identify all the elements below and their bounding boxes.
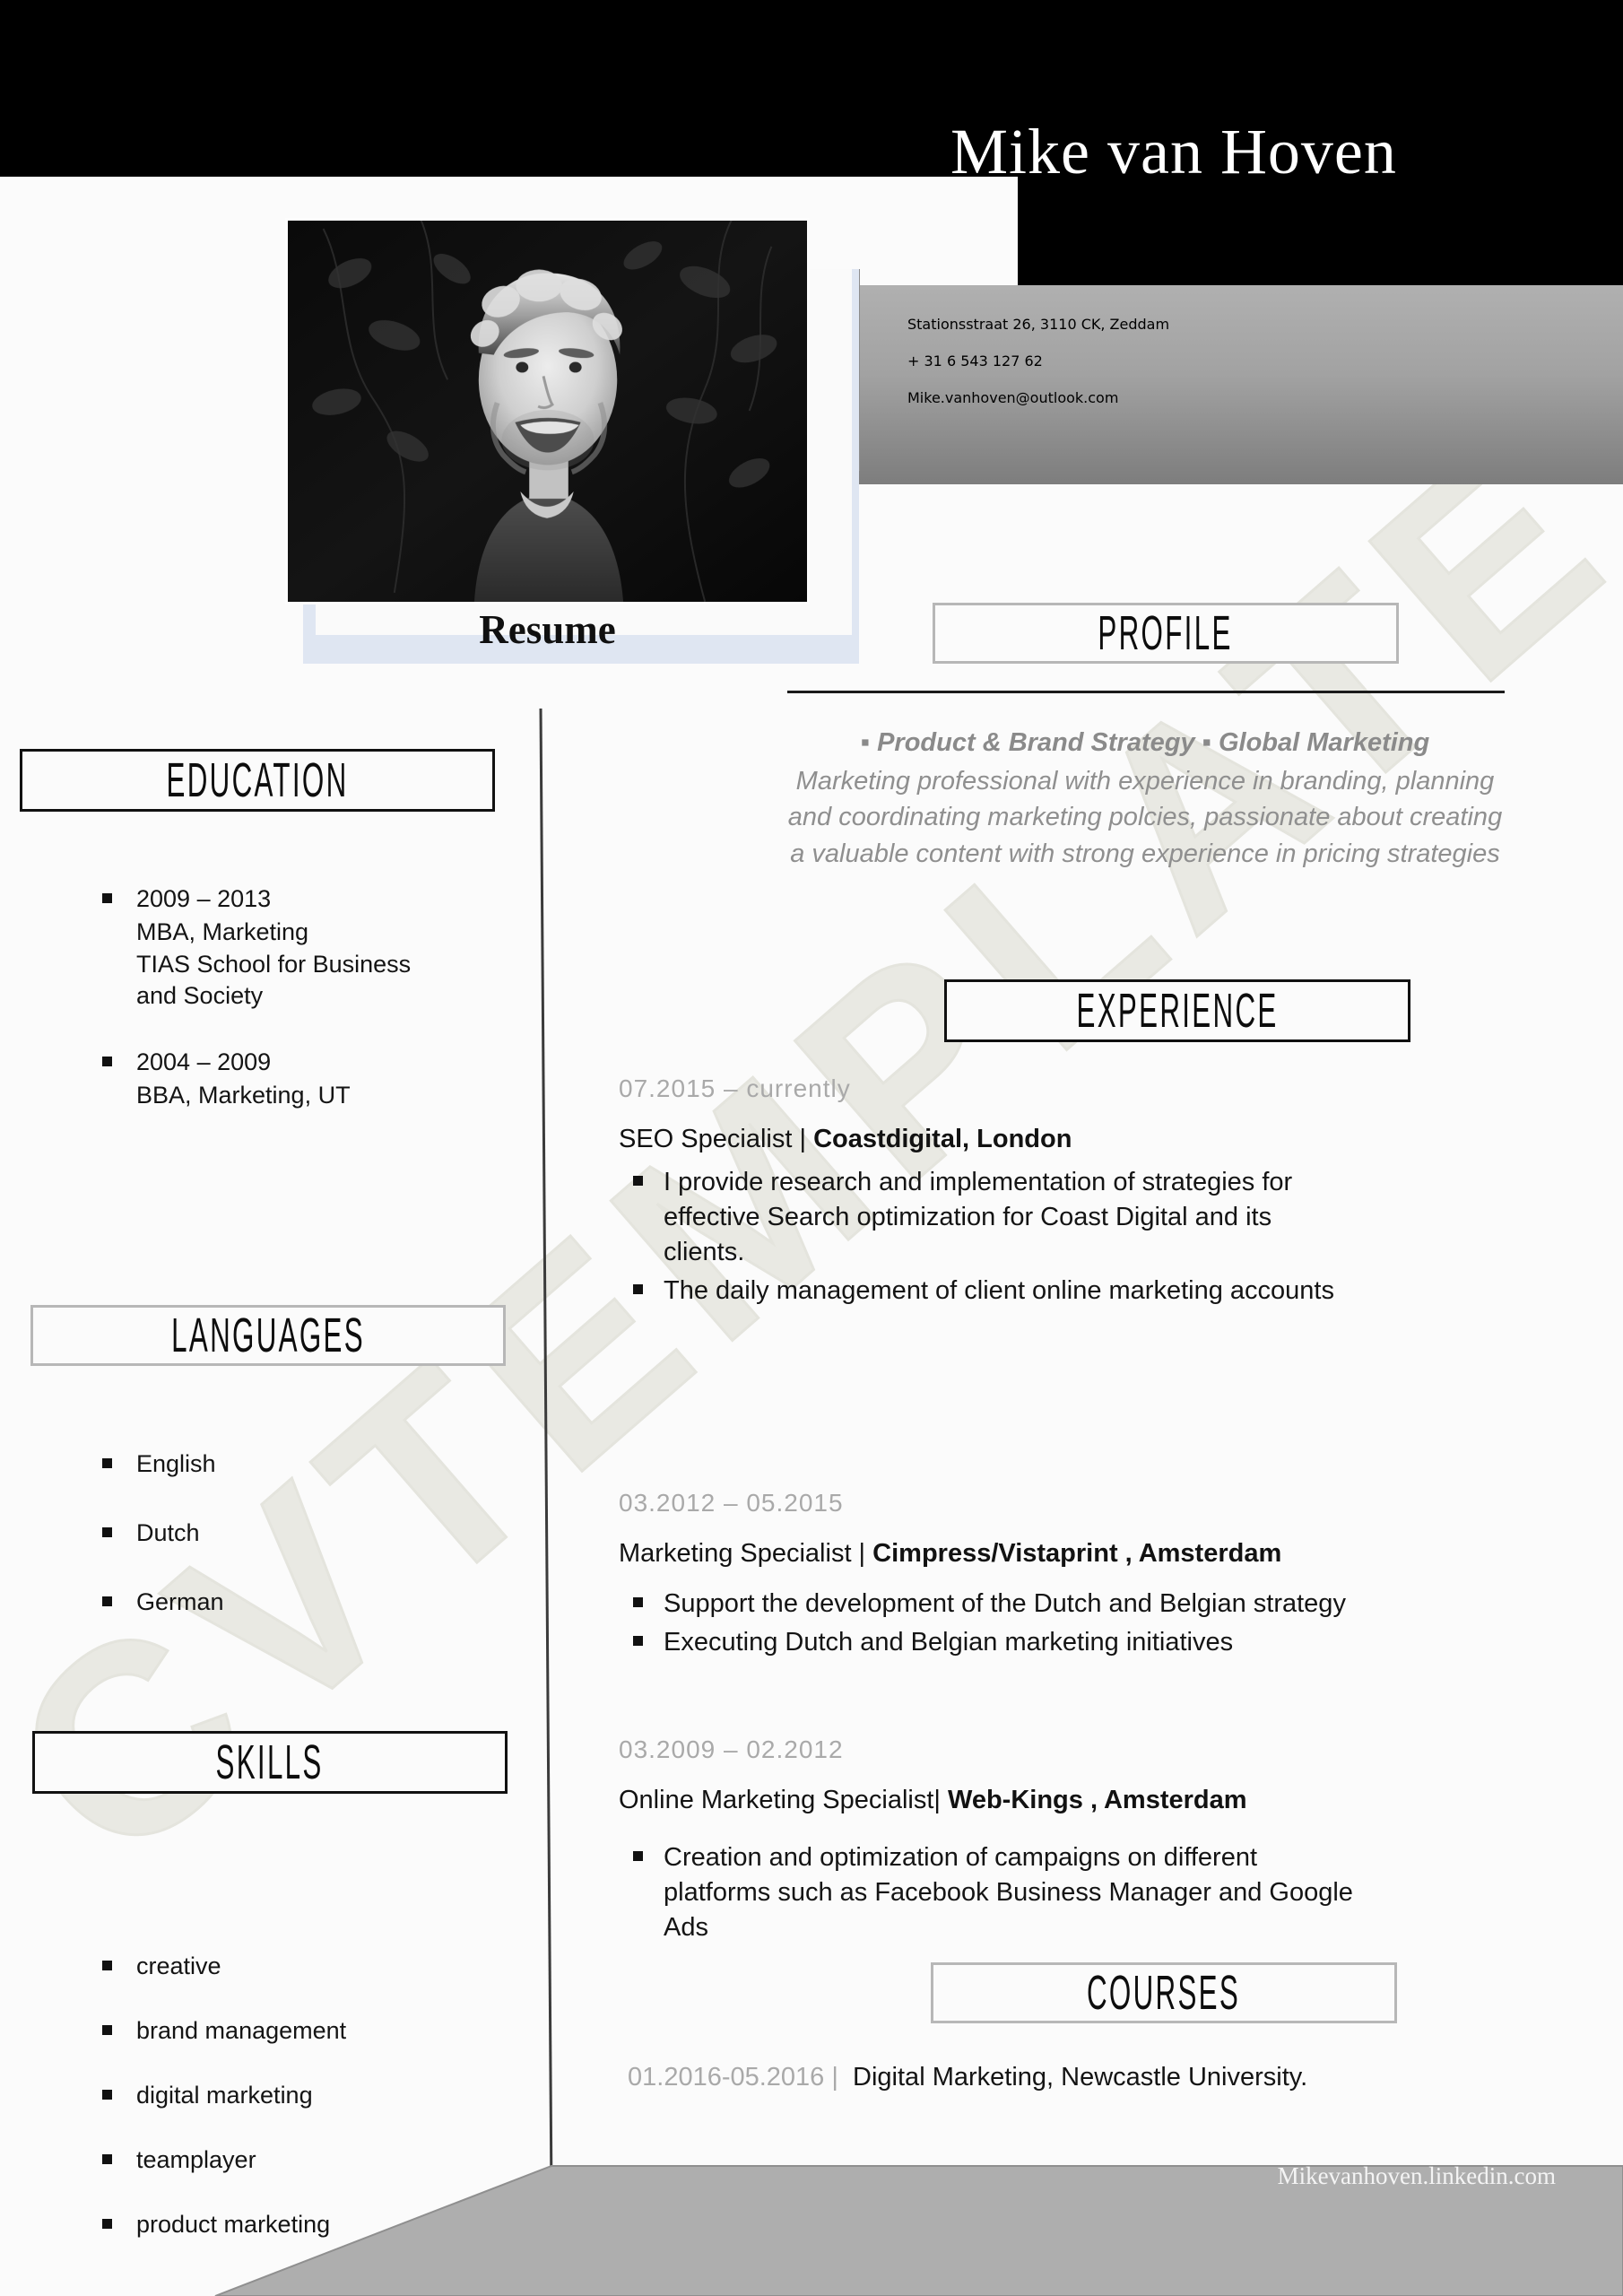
job-bullet: Creation and optimization of campaigns o… [619, 1840, 1354, 1945]
job-bullet: Support the development of the Dutch and… [619, 1587, 1354, 1622]
job-dates: 03.2009 – 02.2012 [619, 1735, 844, 1763]
job-role: Marketing Specialist | [619, 1539, 873, 1568]
course-dates: 01.2016-05.2016 [628, 2063, 825, 2092]
list-item: brand management [90, 2015, 511, 2047]
languages-list: English Dutch German [90, 1448, 511, 1656]
course-separator: | [831, 2063, 838, 2092]
header-black-band-left [0, 0, 1018, 177]
courses-heading-box: COURSES [931, 1962, 1397, 2023]
column-divider [539, 709, 553, 2197]
list-item: German [90, 1587, 511, 1618]
footer-link: Mikevanhoven.linkedin.com [1277, 2162, 1556, 2189]
profile-divider [787, 691, 1505, 693]
job-company: Cimpress/Vistaprint , Amsterdam [872, 1539, 1282, 1568]
contact-phone: + 31 6 543 127 62 [907, 352, 1043, 370]
skills-heading-box: SKILLS [32, 1731, 508, 1794]
contact-address: Stationsstraat 26, 3110 CK, Zeddam [907, 316, 1170, 333]
experience-job: 07.2015 – currently SEO Specialist | Coa… [619, 1074, 1354, 1313]
education-entry-degree: BBA, Marketing, UT [136, 1082, 351, 1109]
job-company: Web-Kings , Amsterdam [947, 1786, 1247, 1814]
page-title: Mike van Hoven [950, 116, 1397, 187]
job-role: Online Marketing Specialist| [619, 1786, 948, 1814]
courses-heading: COURSES [1087, 1966, 1241, 2020]
skills-list: creative brand management digital market… [90, 1951, 511, 2274]
list-item: creative [90, 1951, 511, 1982]
job-title: SEO Specialist | Coastdigital, London [619, 1125, 1354, 1154]
course-title: Digital Marketing, Newcastle University. [853, 2063, 1308, 2092]
education-entry-degree: MBA, Marketing [136, 918, 309, 946]
course-entry: 01.2016-05.2016 | Digital Marketing, New… [628, 2063, 1307, 2092]
education-list: 2009 – 2013 MBA, Marketing TIAS School f… [90, 883, 511, 1146]
job-bullet: I provide research and implementation of… [619, 1165, 1354, 1270]
job-role: SEO Specialist | [619, 1125, 814, 1153]
experience-heading: EXPERIENCE [1076, 984, 1279, 1038]
job-bullet: The daily management of client online ma… [619, 1274, 1354, 1309]
profile-tagline: ▪ Product & Brand Strategy ▪ Global Mark… [860, 728, 1430, 757]
job-dates: 07.2015 – currently [619, 1074, 851, 1102]
profile-heading: PROFILE [1098, 606, 1234, 660]
skills-heading: SKILLS [215, 1735, 325, 1789]
contact-email: Mike.vanhoven@outlook.com [907, 389, 1119, 406]
photo-caption: Resume [479, 607, 616, 652]
languages-heading: LANGUAGES [171, 1309, 365, 1362]
experience-job: 03.2012 – 05.2015 Marketing Specialist |… [619, 1489, 1354, 1664]
education-entry-school-line2: and Society [136, 982, 264, 1010]
experience-job: 03.2009 – 02.2012 Online Marketing Speci… [619, 1735, 1354, 1949]
list-item: digital marketing [90, 2080, 511, 2111]
experience-heading-box: EXPERIENCE [944, 979, 1410, 1042]
languages-heading-box: LANGUAGES [30, 1305, 506, 1366]
list-item: English [90, 1448, 511, 1480]
job-title: Online Marketing Specialist| Web-Kings ,… [619, 1786, 1354, 1815]
job-dates: 03.2012 – 05.2015 [619, 1489, 844, 1517]
job-title: Marketing Specialist | Cimpress/Vistapri… [619, 1539, 1354, 1569]
resume-page: CVTEMPLATE Mike van Hoven Stationsstraat… [0, 0, 1623, 2296]
education-entry-years: 2004 – 2009 [90, 1047, 511, 1078]
profile-photo [285, 218, 810, 604]
education-entry-school-line1: TIAS School for Business [136, 950, 412, 978]
job-bullet: Executing Dutch and Belgian marketing in… [619, 1625, 1354, 1660]
list-item: Dutch [90, 1518, 511, 1549]
education-heading-box: EDUCATION [20, 749, 495, 812]
profile-body: Marketing professional with experience i… [787, 766, 1503, 868]
profile-text: ▪ Product & Brand Strategy ▪ Global Mark… [778, 725, 1512, 872]
profile-heading-box: PROFILE [933, 603, 1399, 664]
list-item: teamplayer [90, 2144, 511, 2176]
job-company: Coastdigital, London [813, 1125, 1072, 1153]
list-item: product marketing [90, 2209, 511, 2240]
education-entry: 2009 – 2013 MBA, Marketing TIAS School f… [90, 883, 511, 1013]
education-heading: EDUCATION [166, 753, 349, 807]
contact-block: Stationsstraat 26, 3110 CK, Zeddam + 31 … [907, 316, 1169, 426]
education-entry: 2004 – 2009 BBA, Marketing, UT [90, 1047, 511, 1112]
education-entry-years: 2009 – 2013 [90, 883, 511, 915]
